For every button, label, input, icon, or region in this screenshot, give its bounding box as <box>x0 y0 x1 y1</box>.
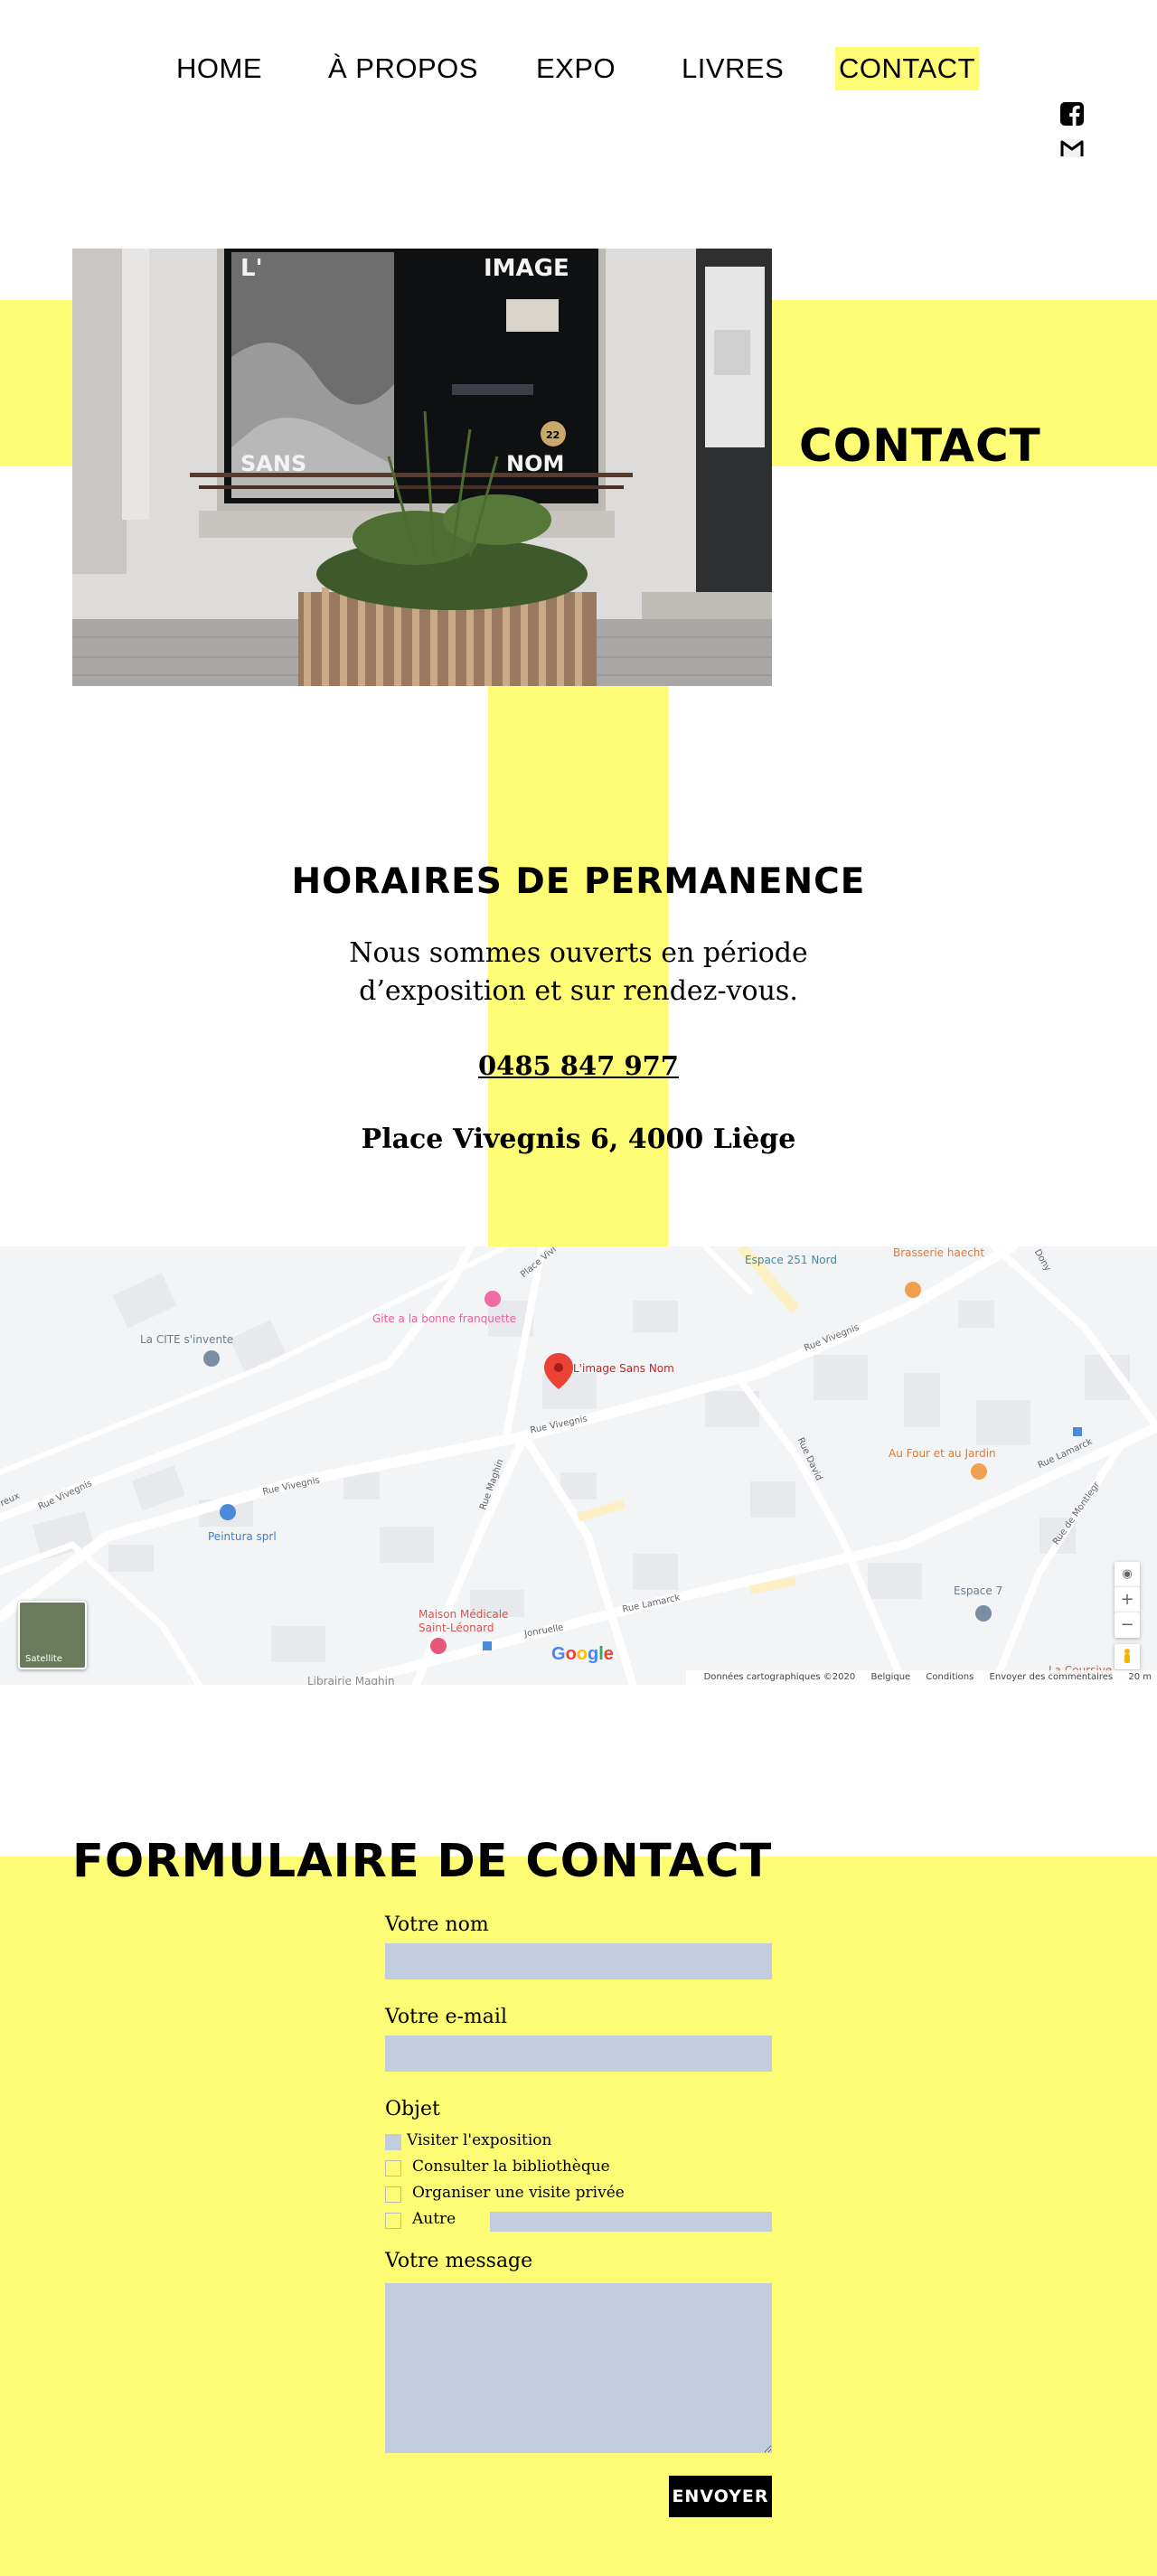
locate-button[interactable]: ◉ <box>1115 1562 1140 1587</box>
main-nav: HOME À PROPOS EXPO LIVRES CONTACT <box>0 47 1157 90</box>
option-organiser-label: Organiser une visite privée <box>412 2184 625 2202</box>
email-field[interactable] <box>385 2035 772 2072</box>
message-field[interactable] <box>385 2283 772 2453</box>
form-title: FORMULAIRE DE CONTACT <box>72 1835 773 1888</box>
option-organiser-checkbox[interactable] <box>385 2186 401 2203</box>
map-label-four[interactable]: Au Four et au Jardin <box>889 1447 996 1460</box>
image-text-sans: SANS <box>240 451 306 476</box>
map-label-espace251[interactable]: Espace 251 Nord <box>745 1254 837 1266</box>
map-label-maison-1[interactable]: Maison Médicale <box>419 1608 508 1621</box>
zoom-out-button[interactable]: − <box>1115 1612 1140 1638</box>
hours-title: HORAIRES DE PERMANENCE <box>291 861 866 902</box>
option-organiser[interactable]: Organiser une visite privée <box>385 2180 772 2206</box>
submit-button[interactable]: ENVOYER <box>669 2476 772 2517</box>
map-label-cite[interactable]: La CITE s'invente <box>140 1333 233 1346</box>
hours-description: Nous sommes ouverts en période d’exposit… <box>349 937 808 1007</box>
image-text-nom: NOM <box>506 451 564 476</box>
option-consulter-label: Consulter la bibliothèque <box>412 2158 610 2176</box>
map-country: Belgique <box>870 1672 911 1682</box>
map-label-gite[interactable]: Gite a la bonne franquette <box>372 1312 516 1325</box>
nav-livres[interactable]: LIVRES <box>678 47 787 90</box>
option-autre-label: Autre <box>412 2210 456 2228</box>
gmail-icon[interactable] <box>1059 136 1085 161</box>
image-number: 22 <box>546 429 560 441</box>
nav-expo[interactable]: EXPO <box>532 47 619 90</box>
map-terms-link[interactable]: Conditions <box>926 1672 974 1682</box>
nav-a-propos[interactable]: À PROPOS <box>325 47 482 90</box>
map-label-espace7[interactable]: Espace 7 <box>954 1584 1002 1597</box>
page-title: CONTACT <box>799 419 1041 472</box>
option-consulter[interactable]: Consulter la bibliothèque <box>385 2154 772 2180</box>
map-label-librairie[interactable]: Librairie Maghin <box>307 1675 395 1685</box>
map-label-peintura[interactable]: Peintura sprl <box>208 1530 277 1543</box>
pegman-icon[interactable] <box>1115 1644 1140 1669</box>
image-text-image: IMAGE <box>484 255 569 282</box>
map-label-main[interactable]: L'image Sans Nom <box>573 1362 674 1375</box>
image-text-l: L' <box>240 255 263 282</box>
nav-contact[interactable]: CONTACT <box>835 47 980 90</box>
option-autre[interactable]: Autre <box>385 2206 772 2233</box>
email-label: Votre e-mail <box>385 2006 507 2028</box>
satellite-label: Satellite <box>25 1654 62 1664</box>
zoom-in-button[interactable]: + <box>1115 1587 1140 1612</box>
option-autre-checkbox[interactable] <box>385 2213 401 2229</box>
subject-label: Objet <box>385 2098 440 2120</box>
address: Place Vivegnis 6, 4000 Liège <box>361 1123 796 1155</box>
map-label-brasserie[interactable]: Brasserie haecht <box>893 1246 984 1259</box>
name-field[interactable] <box>385 1943 772 1979</box>
nav-home[interactable]: HOME <box>173 47 266 90</box>
name-label: Votre nom <box>385 1913 489 1936</box>
message-label: Votre message <box>385 2250 533 2272</box>
other-subject-field[interactable] <box>490 2212 772 2232</box>
contact-form: Votre nom Votre e-mail Objet Visiter l'e… <box>385 1907 772 2453</box>
phone-link[interactable]: 0485 847 977 <box>478 1047 679 1085</box>
option-visiter-checkbox[interactable] <box>385 2134 401 2150</box>
option-consulter-checkbox[interactable] <box>385 2160 401 2176</box>
map-data-credit: Données cartographiques ©2020 <box>703 1672 856 1682</box>
storefront-photo: 22 L' IMAGE SANS NOM <box>72 249 772 686</box>
google-map[interactable]: L'image Sans Nom Gite a la bonne franque… <box>0 1246 1157 1685</box>
option-visiter-label: Visiter l'exposition <box>407 2131 552 2149</box>
google-logo: Google <box>551 1644 614 1664</box>
map-scale: 20 m <box>1128 1672 1152 1682</box>
map-label-maison-2[interactable]: Saint-Léonard <box>419 1622 494 1634</box>
map-footer: Données cartographiques ©2020 Belgique C… <box>685 1670 1157 1685</box>
map-feedback-link[interactable]: Envoyer des commentaires <box>990 1672 1114 1682</box>
hours-section: HORAIRES DE PERMANENCE Nous sommes ouver… <box>0 850 1157 1159</box>
option-visiter[interactable]: Visiter l'exposition <box>385 2128 772 2154</box>
satellite-toggle[interactable]: Satellite <box>18 1601 87 1669</box>
facebook-icon[interactable] <box>1059 101 1085 127</box>
